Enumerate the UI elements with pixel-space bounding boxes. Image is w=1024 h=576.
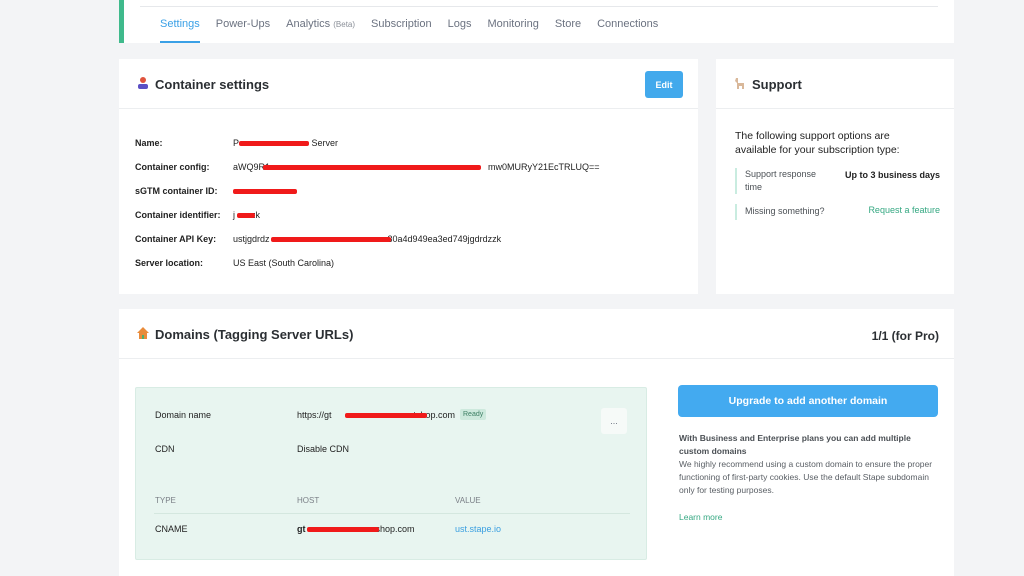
- setting-value: aWQ9R1 mw0MURyY21EcTRLUQ==: [233, 162, 600, 172]
- upgrade-note-text: We highly recommend using a custom domai…: [679, 459, 933, 495]
- support-response-value: Up to 3 business days: [844, 170, 940, 180]
- upgrade-note: With Business and Enterprise plans you c…: [679, 432, 934, 497]
- setting-row-name: Name: P Server: [135, 138, 600, 162]
- card-header: Container settings Edit: [119, 59, 698, 109]
- setting-value: ustjgdrdz 30a4d949ea3ed749jgdrdzzk: [233, 234, 502, 244]
- setting-row-container-id: sGTM container ID:: [135, 186, 600, 210]
- tab-label: Store: [554, 18, 582, 30]
- domain-name-value: https://gt tshop.com: [297, 410, 456, 420]
- domain-name-label: Domain name: [155, 410, 212, 420]
- settings-list: Name: P Server Container config: aWQ9R1 m…: [135, 138, 600, 282]
- setting-row-config: Container config: aWQ9R1 mw0MURyY21EcTRLU…: [135, 162, 600, 186]
- support-response-label: Support response time: [745, 169, 817, 192]
- redaction-mark: [237, 213, 255, 218]
- tab-logs[interactable]: Logs: [448, 18, 472, 43]
- tab-subscription[interactable]: Subscription: [371, 18, 432, 43]
- top-nav: Settings Power-Ups Analytics (Beta) Subs…: [119, 0, 954, 43]
- redaction-mark: [239, 141, 309, 146]
- setting-row-identifier: Container identifier: j zk: [135, 210, 600, 234]
- card-title: Container settings: [155, 77, 270, 92]
- setting-row-location: Server location: US East (South Carolina…: [135, 258, 600, 282]
- support-card: Support The following support options ar…: [716, 59, 954, 294]
- table-divider: [154, 513, 630, 514]
- redaction-mark: [271, 237, 391, 242]
- support-response-row: Support response time Up to 3 business d…: [735, 168, 940, 194]
- record-value-link[interactable]: ust.stape.io: [455, 524, 501, 534]
- llama-icon: [735, 78, 744, 89]
- tab-power-ups[interactable]: Power-Ups: [216, 18, 270, 43]
- record-type: CNAME: [155, 524, 188, 534]
- house-icon: [137, 327, 149, 339]
- setting-row-api-key: Container API Key: ustjgdrdz 30a4d949ea3e…: [135, 234, 600, 258]
- cdn-value: Disable CDN: [297, 444, 350, 454]
- setting-value: P Server: [233, 138, 339, 148]
- column-header-value: VALUE: [455, 496, 481, 505]
- redaction-mark: [263, 165, 481, 170]
- tab-label: Subscription: [371, 18, 432, 30]
- setting-label: Container config:: [135, 162, 210, 172]
- card-header: Domains (Tagging Server URLs) 1/1 (for P…: [119, 309, 954, 359]
- column-header-host: HOST: [297, 496, 320, 505]
- domain-count: 1/1 (for Pro): [871, 329, 939, 343]
- redaction-mark: [307, 527, 379, 532]
- more-options-button[interactable]: ...: [601, 408, 627, 434]
- tab-label: Settings: [160, 18, 200, 30]
- tab-label: Power-Ups: [215, 18, 271, 30]
- setting-label: sGTM container ID:: [135, 186, 218, 196]
- request-feature-link[interactable]: Request a feature: [868, 205, 940, 215]
- tab-bar: Settings Power-Ups Analytics (Beta) Subs…: [160, 18, 674, 43]
- column-header-type: TYPE: [155, 496, 176, 505]
- learn-more-link[interactable]: Learn more: [679, 512, 722, 522]
- tab-settings[interactable]: Settings: [160, 18, 200, 43]
- tab-analytics[interactable]: Analytics (Beta): [286, 18, 355, 43]
- domain-panel: Domain name https://gt tshop.com Ready ..…: [135, 387, 647, 560]
- tab-monitoring[interactable]: Monitoring: [487, 18, 538, 43]
- card-header: Support: [716, 59, 954, 109]
- redaction-mark: [345, 413, 427, 418]
- container-settings-card: Container settings Edit Name: P Server C…: [119, 59, 698, 294]
- tab-label: Analytics: [286, 18, 331, 30]
- upgrade-domain-button[interactable]: Upgrade to add another domain: [678, 385, 938, 417]
- setting-value: US East (South Carolina): [233, 258, 335, 268]
- redaction-mark: [233, 189, 297, 194]
- tab-label: Monitoring: [487, 18, 539, 30]
- status-badge: Ready: [460, 409, 487, 420]
- tab-connections[interactable]: Connections: [597, 18, 658, 43]
- tab-store[interactable]: Store: [555, 18, 581, 43]
- setting-label: Container identifier:: [135, 210, 221, 220]
- domains-card: Domains (Tagging Server URLs) 1/1 (for P…: [119, 309, 954, 576]
- record-host: gt shop.com: [297, 524, 415, 534]
- divider: [140, 6, 938, 7]
- card-title: Support: [752, 77, 802, 92]
- setting-value: j zk: [233, 210, 260, 220]
- tab-label: Logs: [447, 18, 472, 30]
- support-description: The following support options are availa…: [735, 130, 900, 156]
- tab-label: Connections: [597, 18, 659, 30]
- setting-label: Container API Key:: [135, 234, 217, 244]
- container-icon: [138, 77, 148, 89]
- edit-button[interactable]: Edit: [645, 71, 683, 98]
- cdn-label: CDN: [155, 444, 175, 454]
- setting-label: Server location:: [135, 258, 204, 268]
- card-title: Domains (Tagging Server URLs): [155, 327, 354, 342]
- setting-label: Name:: [135, 138, 163, 148]
- upgrade-note-bold: With Business and Enterprise plans you c…: [679, 433, 911, 456]
- beta-badge: (Beta): [333, 20, 356, 29]
- support-missing-row: Missing something? Request a feature: [735, 204, 940, 220]
